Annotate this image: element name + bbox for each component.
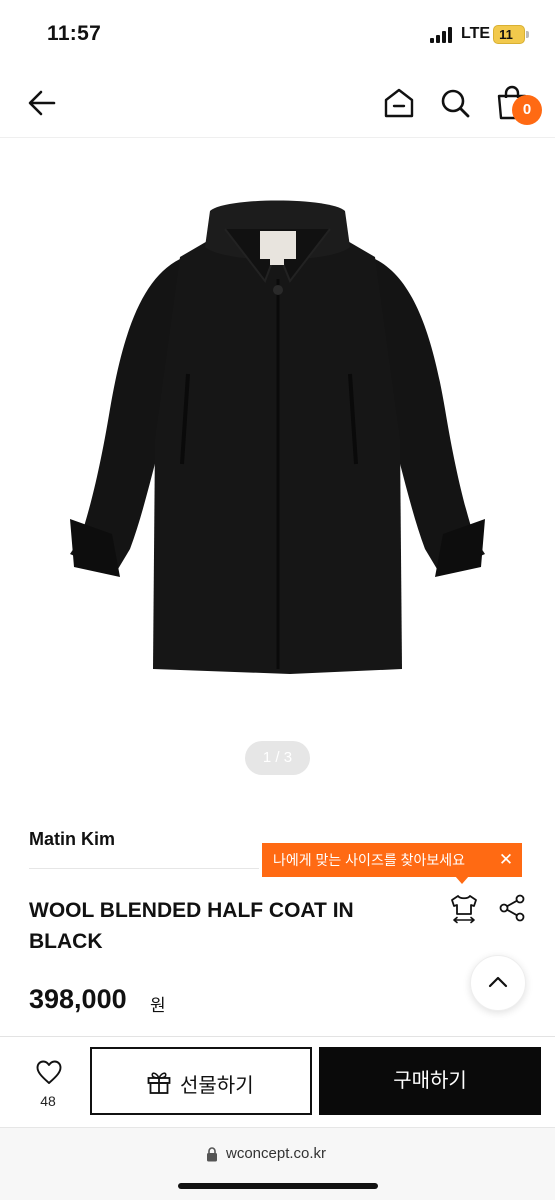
home-icon[interactable] [382,86,416,120]
gift-button[interactable]: 선물하기 [90,1047,312,1115]
app-header: 0 [0,70,555,138]
lock-icon [207,1147,217,1162]
network-label: LTE [461,25,491,42]
divider [29,868,259,869]
tooltip-close-icon[interactable]: ✕ [495,843,517,877]
price-unit: 원 [150,996,166,1015]
battery-icon: 11 [493,25,525,44]
gift-button-label: 선물하기 [180,1075,254,1097]
heart-icon[interactable] [35,1059,63,1087]
like-count: 48 [40,1093,56,1109]
status-bar: 11:57 LTE 11 [0,0,555,70]
coat-product-image [70,200,485,674]
battery-level: 11 [499,27,513,42]
tooltip-arrow [455,876,469,884]
cart-count-badge[interactable]: 0 [512,95,542,125]
home-indicator[interactable] [178,1183,378,1189]
share-icon[interactable] [498,894,526,922]
browser-url-bar[interactable]: wconcept.co.kr [0,1127,555,1200]
buy-button[interactable]: 구매하기 [319,1047,541,1115]
image-pager: 1 / 3 [245,741,310,775]
back-arrow-icon[interactable] [26,86,60,120]
search-icon[interactable] [438,86,472,120]
bottom-action-bar: 48 선물하기 구매하기 [0,1036,555,1126]
product-image-carousel[interactable]: 1 / 3 [0,139,555,799]
product-price: 398,000 [29,984,127,1014]
url-text[interactable]: wconcept.co.kr [226,1145,326,1162]
product-name: WOOL BLENDED HALF COAT IN BLACK [29,899,354,953]
size-finder-tooltip[interactable]: 나에게 맞는 사이즈를 찾아보세요 ✕ [262,843,522,877]
chevron-up-icon [488,976,508,988]
battery-cap [526,31,529,38]
size-guide-icon[interactable] [448,892,480,924]
scroll-to-top-button[interactable] [470,955,526,1011]
brand-name[interactable]: Matin Kim [29,829,115,850]
signal-icon [430,27,456,43]
tooltip-text: 나에게 맞는 사이즈를 찾아보세요 [273,852,465,868]
gift-icon [147,1072,171,1094]
status-time: 11:57 [47,22,102,45]
